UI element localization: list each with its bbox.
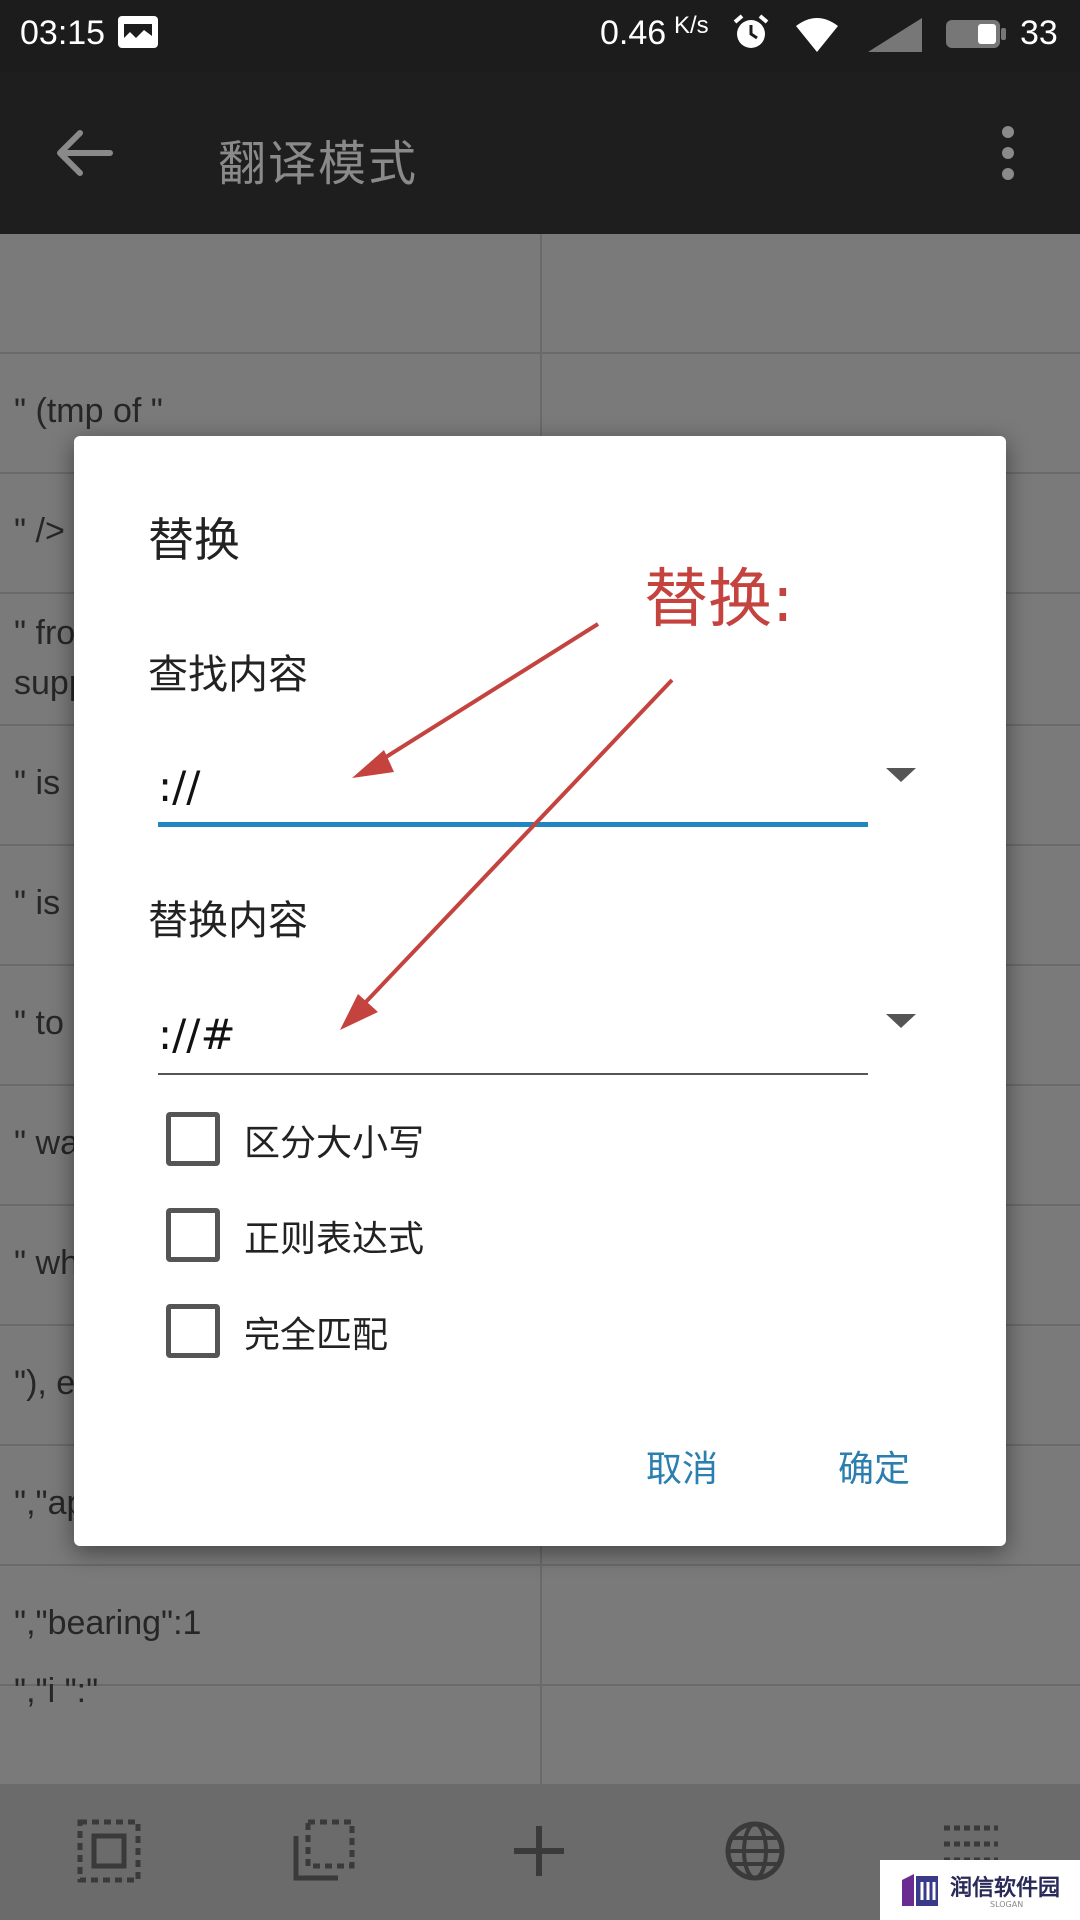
annotation-arrows	[340, 622, 674, 1030]
annotation-arrow	[340, 678, 674, 1030]
annotation-arrow	[352, 622, 600, 778]
